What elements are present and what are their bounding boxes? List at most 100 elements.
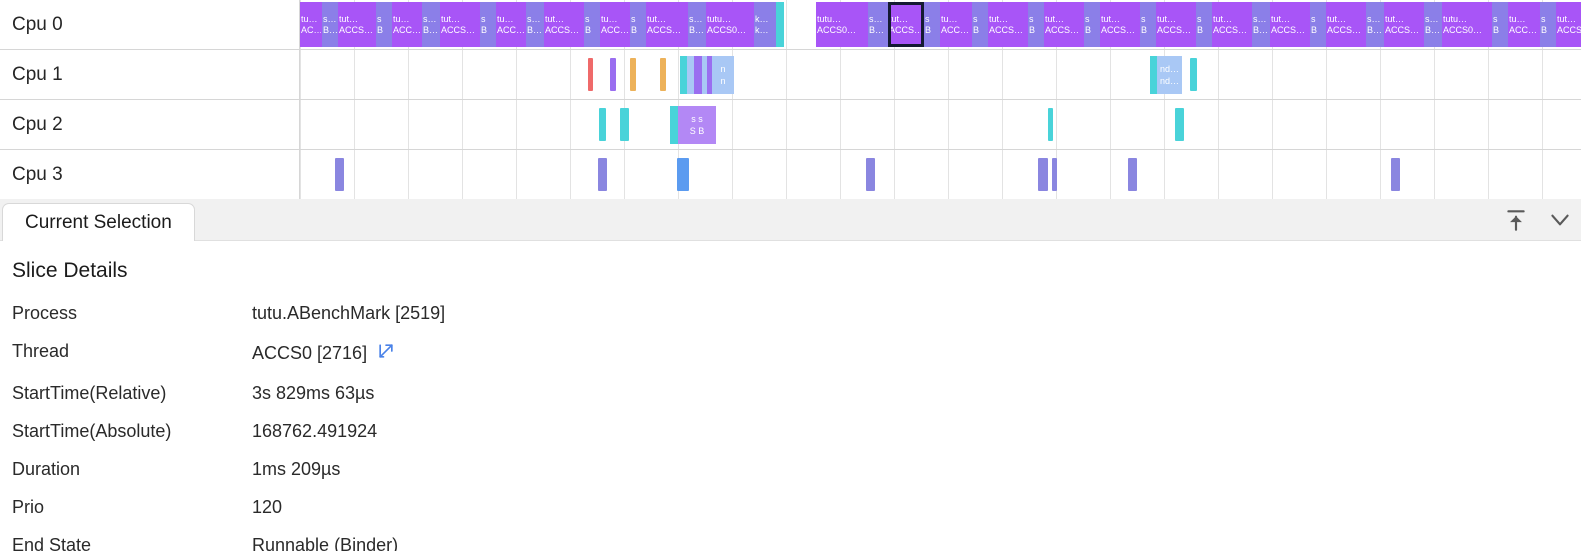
cpu-slice[interactable]: sB (376, 2, 392, 47)
cpu-slice[interactable] (1190, 58, 1197, 91)
cpu-track-label[interactable]: Cpu 0 (0, 0, 300, 49)
cpu-slice[interactable] (866, 158, 875, 191)
cpu-slice[interactable]: s s S B (678, 106, 716, 144)
cpu-slice[interactable]: tutu… ACCS0… (1442, 2, 1492, 47)
slice-label-thread: ACC… (393, 24, 421, 35)
cpu-slice[interactable]: tut…ACCS… (1100, 2, 1140, 47)
selected-slice[interactable]: tut… ACCS… (888, 2, 924, 47)
cpu-slice[interactable]: s… B… (526, 2, 544, 47)
cpu-slice[interactable] (1048, 108, 1053, 141)
slice-label-process: s… (689, 13, 703, 24)
cpu-slice[interactable] (1038, 158, 1048, 191)
cpu-slice[interactable]: k… k… (754, 2, 776, 47)
cpu-track-row[interactable]: Cpu 1 n n nd… nd… (0, 50, 1581, 100)
cpu-slice[interactable] (776, 2, 784, 47)
detail-key: Prio (12, 497, 45, 517)
cpu-slice[interactable] (1175, 108, 1184, 141)
cpu-slice[interactable]: sB (1310, 2, 1326, 47)
cpu-slice[interactable]: tut…ACCS… (1556, 2, 1581, 47)
cpu-slice[interactable]: tu… AC… (300, 2, 322, 47)
cpu-track-row[interactable]: Cpu 2 s s S B (0, 100, 1581, 150)
cpu-slice[interactable]: tut…ACCS… (1212, 2, 1252, 47)
cpu-track-label[interactable]: Cpu 1 (0, 50, 300, 99)
slice-label-thread: B (481, 24, 488, 35)
slice-label-process: s… (1253, 13, 1267, 24)
cpu-slice[interactable] (610, 58, 616, 91)
cpu-slice[interactable] (588, 58, 593, 91)
cpu-slice[interactable]: tut…ACCS… (440, 2, 480, 47)
cpu-slice[interactable] (1391, 158, 1400, 191)
cpu-slice[interactable]: sB (1492, 2, 1508, 47)
cpu-slice[interactable] (630, 58, 636, 91)
detail-key: StartTime(Relative) (12, 383, 167, 403)
cpu0-track-canvas[interactable]: tu… AC… s… B… tut… ACCS… s Btu… ACC… s… B… tut… ACCS… (300, 0, 1581, 49)
cpu-slice[interactable]: tutu… ACCS0… (816, 2, 868, 47)
cpu-slice[interactable] (1150, 56, 1157, 94)
cpu-slice[interactable]: sB (1028, 2, 1044, 47)
cpu-slice[interactable]: tu… ACC… (392, 2, 422, 47)
detail-row: Process tutu.ABenchMark [2519] (12, 303, 445, 341)
slice-label-thread: ACCS… (1271, 24, 1306, 35)
cpu-slice[interactable] (1052, 158, 1057, 191)
cpu-slice[interactable]: tu… ACC… (1508, 2, 1540, 47)
cpu-track-row[interactable]: Cpu 0 tu… AC… s… B… tut… ACCS… s Btu… ACC… s… B… tu… (0, 0, 1581, 50)
cpu-slice[interactable] (680, 56, 687, 94)
cpu3-track-canvas[interactable] (300, 150, 1581, 199)
slice-label-process: tut… (339, 13, 359, 24)
slice-label-thread: ACCS… (1045, 24, 1080, 35)
cpu-slice[interactable] (620, 108, 629, 141)
chevron-down-icon[interactable] (1547, 207, 1573, 233)
cpu-slice[interactable]: tu… ACC… (600, 2, 630, 47)
cpu2-track-canvas[interactable]: s s S B (300, 100, 1581, 149)
cpu-slice[interactable]: sB (584, 2, 600, 47)
cpu-slice[interactable]: sB (972, 2, 988, 47)
cpu-slice[interactable]: s… B… (688, 2, 706, 47)
cpu-slice[interactable] (660, 58, 666, 91)
cpu-slice[interactable]: tut…ACCS… (1156, 2, 1196, 47)
cpu-slice[interactable]: s… B… (1424, 2, 1442, 47)
cpu-slice[interactable] (599, 108, 606, 141)
cpu-slice[interactable] (694, 56, 702, 94)
cpu-slice[interactable]: sB (1140, 2, 1156, 47)
cpu1-track-canvas[interactable]: n n nd… nd… (300, 50, 1581, 99)
cpu-slice[interactable]: sB (924, 2, 940, 47)
cpu-slice[interactable]: sB (1084, 2, 1100, 47)
slice-label-thread: B (631, 24, 638, 35)
cpu-slice[interactable]: sB (630, 2, 646, 47)
cpu-slice[interactable]: tut…ACCS… (1044, 2, 1084, 47)
cpu-slice[interactable]: tut…ACCS… (1326, 2, 1366, 47)
cpu-slice[interactable] (598, 158, 607, 191)
cpu-slice[interactable]: tut…ACCS… (544, 2, 584, 47)
cpu-slice[interactable]: s… B… (422, 2, 440, 47)
cpu-slice[interactable]: sB (480, 2, 496, 47)
cpu-track-label[interactable]: Cpu 3 (0, 150, 300, 199)
cpu-slice[interactable]: tu… ACC… (940, 2, 972, 47)
cpu-slice[interactable]: s… B… (322, 2, 338, 47)
cpu-slice[interactable]: tut…ACCS… (1384, 2, 1424, 47)
cpu-slice[interactable]: sB (1196, 2, 1212, 47)
cpu-slice[interactable]: tut…ACCS… (338, 2, 376, 47)
cpu-slice[interactable] (670, 106, 678, 144)
cpu-slice[interactable] (1128, 158, 1137, 191)
cpu-slice[interactable]: tut…ACCS… (988, 2, 1028, 47)
cpu-slice[interactable] (335, 158, 344, 191)
cpu-track-label[interactable]: Cpu 2 (0, 100, 300, 149)
cpu-slice[interactable]: s… B… (868, 2, 888, 47)
cpu-track-row[interactable]: Cpu 3 (0, 150, 1581, 200)
detail-key: Duration (12, 459, 81, 479)
cpu-slice[interactable]: tut…ACCS… (646, 2, 688, 47)
cpu-slice[interactable]: sB (1540, 2, 1556, 47)
cpu-slice[interactable] (677, 158, 689, 191)
cpu-slice[interactable] (687, 56, 694, 94)
cpu-slice[interactable]: nd… nd… (1157, 56, 1182, 94)
cpu-slice[interactable]: s… B… (1252, 2, 1270, 47)
cpu-slice[interactable]: s… B… (1366, 2, 1384, 47)
move-to-top-icon[interactable] (1503, 207, 1529, 233)
cpu-slice[interactable]: tutu… ACCS0… (706, 2, 754, 47)
tab-current-selection[interactable]: Current Selection (2, 203, 195, 241)
cpu-slice[interactable]: tut…ACCS… (1270, 2, 1310, 47)
slice-label-thread: ACCS0… (1443, 24, 1483, 35)
cpu-slice[interactable]: tu… ACC… (496, 2, 526, 47)
cpu-slice[interactable]: nn (712, 56, 734, 94)
open-external-icon[interactable] (376, 341, 396, 366)
